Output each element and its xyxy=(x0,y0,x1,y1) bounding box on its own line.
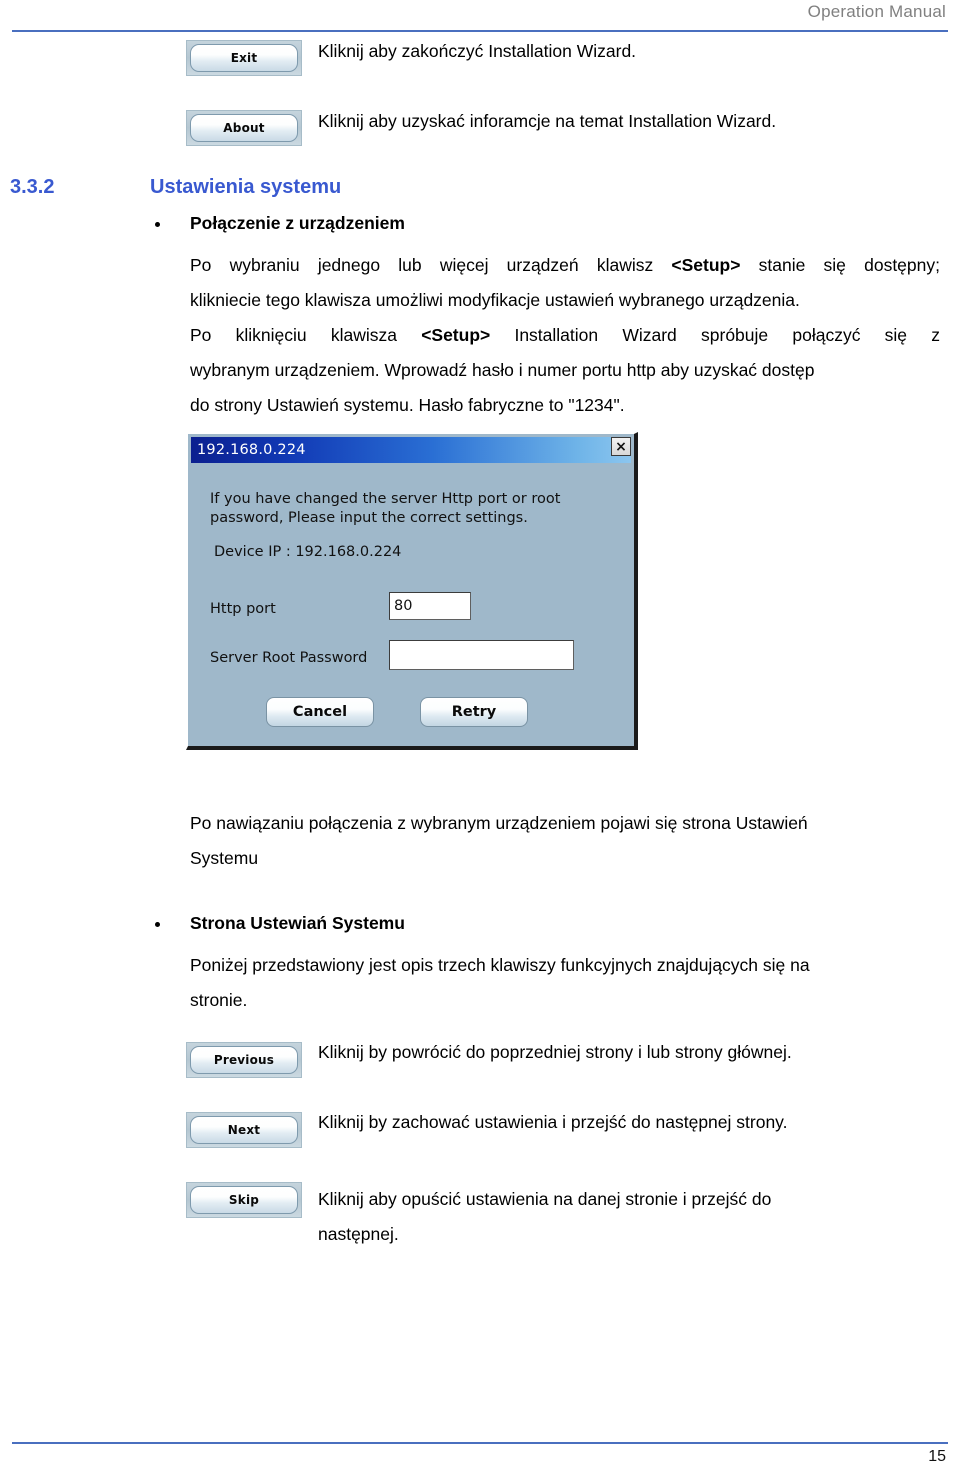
section-title: Ustawienia systemu xyxy=(150,176,342,198)
next-button-description: Kliknij by zachować ustawienia i przejść… xyxy=(318,1112,788,1132)
paragraph-line: Po kliknięciu klawisza <Setup> Installat… xyxy=(190,318,940,353)
paragraph-settings-page: Poniżej przedstawiony jest opis trzech k… xyxy=(190,948,942,1018)
bullet-marker-settings-page xyxy=(155,922,160,927)
paragraph-line: Po nawiązaniu połączenia z wybranym urzą… xyxy=(190,813,808,833)
page-header: Operation Manual xyxy=(0,0,960,30)
header-divider xyxy=(12,30,948,32)
next-button-label: Next xyxy=(190,1116,298,1144)
about-button-description: Kliknij aby uzyskać inforamcje na temat … xyxy=(318,111,777,131)
paragraph-text: Po kliknięciu klawisza xyxy=(190,325,422,345)
paragraph-line: do strony Ustawień systemu. Hasło fabryc… xyxy=(190,395,625,415)
setup-keyword: <Setup> xyxy=(421,325,491,345)
http-port-label: Http port xyxy=(210,601,276,617)
header-title: Operation Manual xyxy=(807,2,946,21)
paragraph-text: Installation Wizard spróbuje połączyć si… xyxy=(490,325,940,345)
close-icon[interactable]: × xyxy=(611,437,631,456)
skip-button-description: Kliknij aby opuścić ustawienia na danej … xyxy=(318,1182,942,1252)
skip-button-label: Skip xyxy=(190,1186,298,1214)
paragraph-line: Systemu xyxy=(190,848,259,868)
dialog-titlebar: 192.168.0.224 xyxy=(191,437,631,463)
skip-button[interactable]: Skip xyxy=(186,1182,302,1218)
dialog-message-line2: password, Please input the correct setti… xyxy=(210,510,528,526)
paragraph-text: Po wybraniu jednego lub więcej urządzeń … xyxy=(190,255,672,275)
paragraph-after-dialog: Po nawiązaniu połączenia z wybranym urzą… xyxy=(190,806,942,876)
bullet-marker-connection xyxy=(155,222,160,227)
setup-keyword: <Setup> xyxy=(671,255,741,275)
http-port-input[interactable]: 80 xyxy=(389,592,471,620)
page-number: 15 xyxy=(928,1448,946,1465)
device-ip-label: Device IP : 192.168.0.224 xyxy=(214,544,402,560)
footer-divider xyxy=(12,1442,948,1444)
paragraph-line: klikniecie tego klawisza umożliwi modyfi… xyxy=(190,290,800,310)
paragraph-line: Kliknij aby opuścić ustawienia na danej … xyxy=(318,1189,772,1209)
exit-button[interactable]: Exit xyxy=(186,40,302,76)
about-button[interactable]: About xyxy=(186,110,302,146)
exit-button-label: Exit xyxy=(190,44,298,72)
paragraph-line: następnej. xyxy=(318,1224,399,1244)
paragraph-line: Po wybraniu jednego lub więcej urządzeń … xyxy=(190,248,940,283)
previous-button-description: Kliknij by powrócić do poprzedniej stron… xyxy=(318,1042,792,1062)
paragraph-line: Poniżej przedstawiony jest opis trzech k… xyxy=(190,955,810,975)
section-number: 3.3.2 xyxy=(10,176,55,198)
connection-dialog: 192.168.0.224 × If you have changed the … xyxy=(186,432,638,750)
bullet-heading-connection: Połączenie z urządzeniem xyxy=(190,213,405,233)
dialog-cancel-button[interactable]: Cancel xyxy=(266,697,374,727)
server-root-password-label: Server Root Password xyxy=(210,650,368,666)
previous-button[interactable]: Previous xyxy=(186,1042,302,1078)
paragraph-line: wybranym urządzeniem. Wprowadź hasło i n… xyxy=(190,360,815,380)
exit-button-description: Kliknij aby zakończyć Installation Wizar… xyxy=(318,41,637,61)
about-button-label: About xyxy=(190,114,298,142)
dialog-message-line1: If you have changed the server Http port… xyxy=(210,491,561,507)
dialog-retry-button[interactable]: Retry xyxy=(420,697,528,727)
paragraph-text: stanie się dostępny; xyxy=(740,255,940,275)
dialog-title: 192.168.0.224 xyxy=(197,442,306,458)
dialog-message: If you have changed the server Http port… xyxy=(210,490,610,528)
paragraph-connection: Po wybraniu jednego lub więcej urządzeń … xyxy=(190,248,940,423)
previous-button-label: Previous xyxy=(190,1046,298,1074)
bullet-heading-settings-page: Strona Ustewiań Systemu xyxy=(190,913,405,933)
next-button[interactable]: Next xyxy=(186,1112,302,1148)
paragraph-line: stronie. xyxy=(190,990,248,1010)
server-root-password-input[interactable] xyxy=(389,640,574,670)
